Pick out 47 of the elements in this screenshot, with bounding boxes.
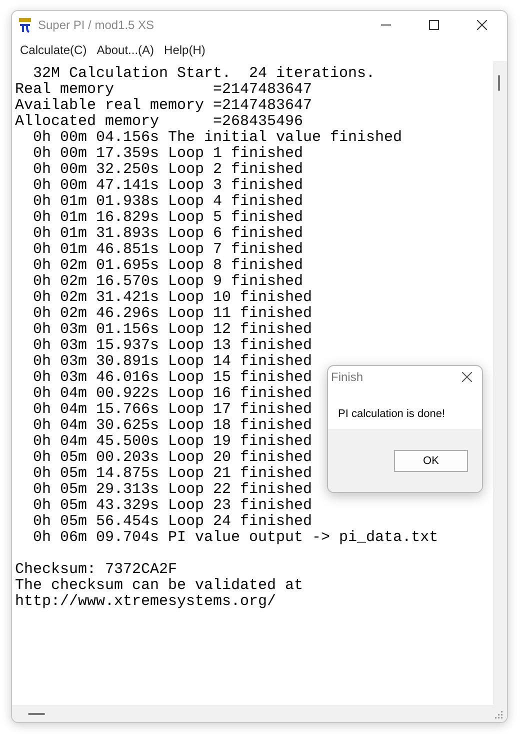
output-line: 32M Calculation Start. 24 iterations. [32,66,376,82]
output-line: 0h 02m 01.695s Loop 8 finished [32,258,304,274]
output-line: Real memory =2147483647 [15,82,312,98]
output-line: 0h 01m 16.829s Loop 5 finished [32,210,304,226]
output-line: 0h 03m 01.156s Loop 12 finished [32,322,312,338]
output-line: Available real memory =2147483647 [15,98,312,114]
output-line: 0h 04m 15.766s Loop 17 finished [32,402,312,418]
output-line: 0h 04m 30.625s Loop 18 finished [32,418,312,434]
output-line: 0h 05m 00.203s Loop 20 finished [32,450,312,466]
output-line: 0h 01m 46.851s Loop 7 finished [32,242,304,258]
output-line: 0h 02m 46.296s Loop 11 finished [32,306,312,322]
close-icon [477,20,487,30]
output-line: 0h 02m 16.570s Loop 9 finished [32,274,304,290]
app-icon [18,17,32,33]
output-line: 0h 03m 15.937s Loop 13 finished [32,338,312,354]
output-line: 0h 05m 29.313s Loop 22 finished [32,482,312,498]
output-line: http://www.xtremesystems.org/ [15,594,276,610]
output-line: 0h 01m 31.893s Loop 6 finished [32,226,304,242]
menu-item[interactable]: About...(A) [92,41,158,59]
dialog-message: PI calculation is done! [338,408,446,420]
window-title: Super PI / mod1.5 XS [38,18,156,32]
output-line: 0h 03m 30.891s Loop 14 finished [32,354,312,370]
output-line: Allocated memory =268435496 [15,114,304,130]
menu-item[interactable]: Help(H) [160,41,210,59]
output-line: 0h 00m 04.156s The initial value finished [32,130,402,146]
dialog-title: Finish [331,370,364,384]
output-line: 0h 05m 56.454s Loop 24 finished [32,514,312,530]
output-line: 0h 02m 31.421s Loop 10 finished [32,290,312,306]
ok-button[interactable]: OK [394,450,468,472]
output-line: 0h 04m 45.500s Loop 19 finished [32,434,312,450]
menu-item[interactable]: Calculate(C) [16,41,91,59]
scrollbar-thumb[interactable] [498,75,500,91]
output-line: 0h 04m 00.922s Loop 16 finished [32,386,312,402]
output-line: 0h 03m 46.016s Loop 15 finished [32,370,312,386]
resize-grip-icon[interactable] [495,711,503,719]
output-line: 0h 01m 01.938s Loop 4 finished [32,194,304,210]
output-line: Checksum: 7372CA2F [15,562,178,578]
scrollbar-thumb[interactable] [28,713,45,715]
output-line: 0h 05m 14.875s Loop 21 finished [32,466,312,482]
output-line: 0h 00m 17.359s Loop 1 finished [32,146,304,162]
output-line: 0h 05m 43.329s Loop 23 finished [32,498,312,514]
output-line: 0h 06m 09.704s PI value output -> pi_data.txt [32,530,438,546]
output-line: 0h 00m 47.141s Loop 3 finished [32,178,304,194]
output-line: 0h 00m 32.250s Loop 2 finished [32,162,304,178]
close-icon [462,372,472,382]
output-line: The checksum can be validated at [15,578,304,594]
maximize-icon [429,20,439,30]
